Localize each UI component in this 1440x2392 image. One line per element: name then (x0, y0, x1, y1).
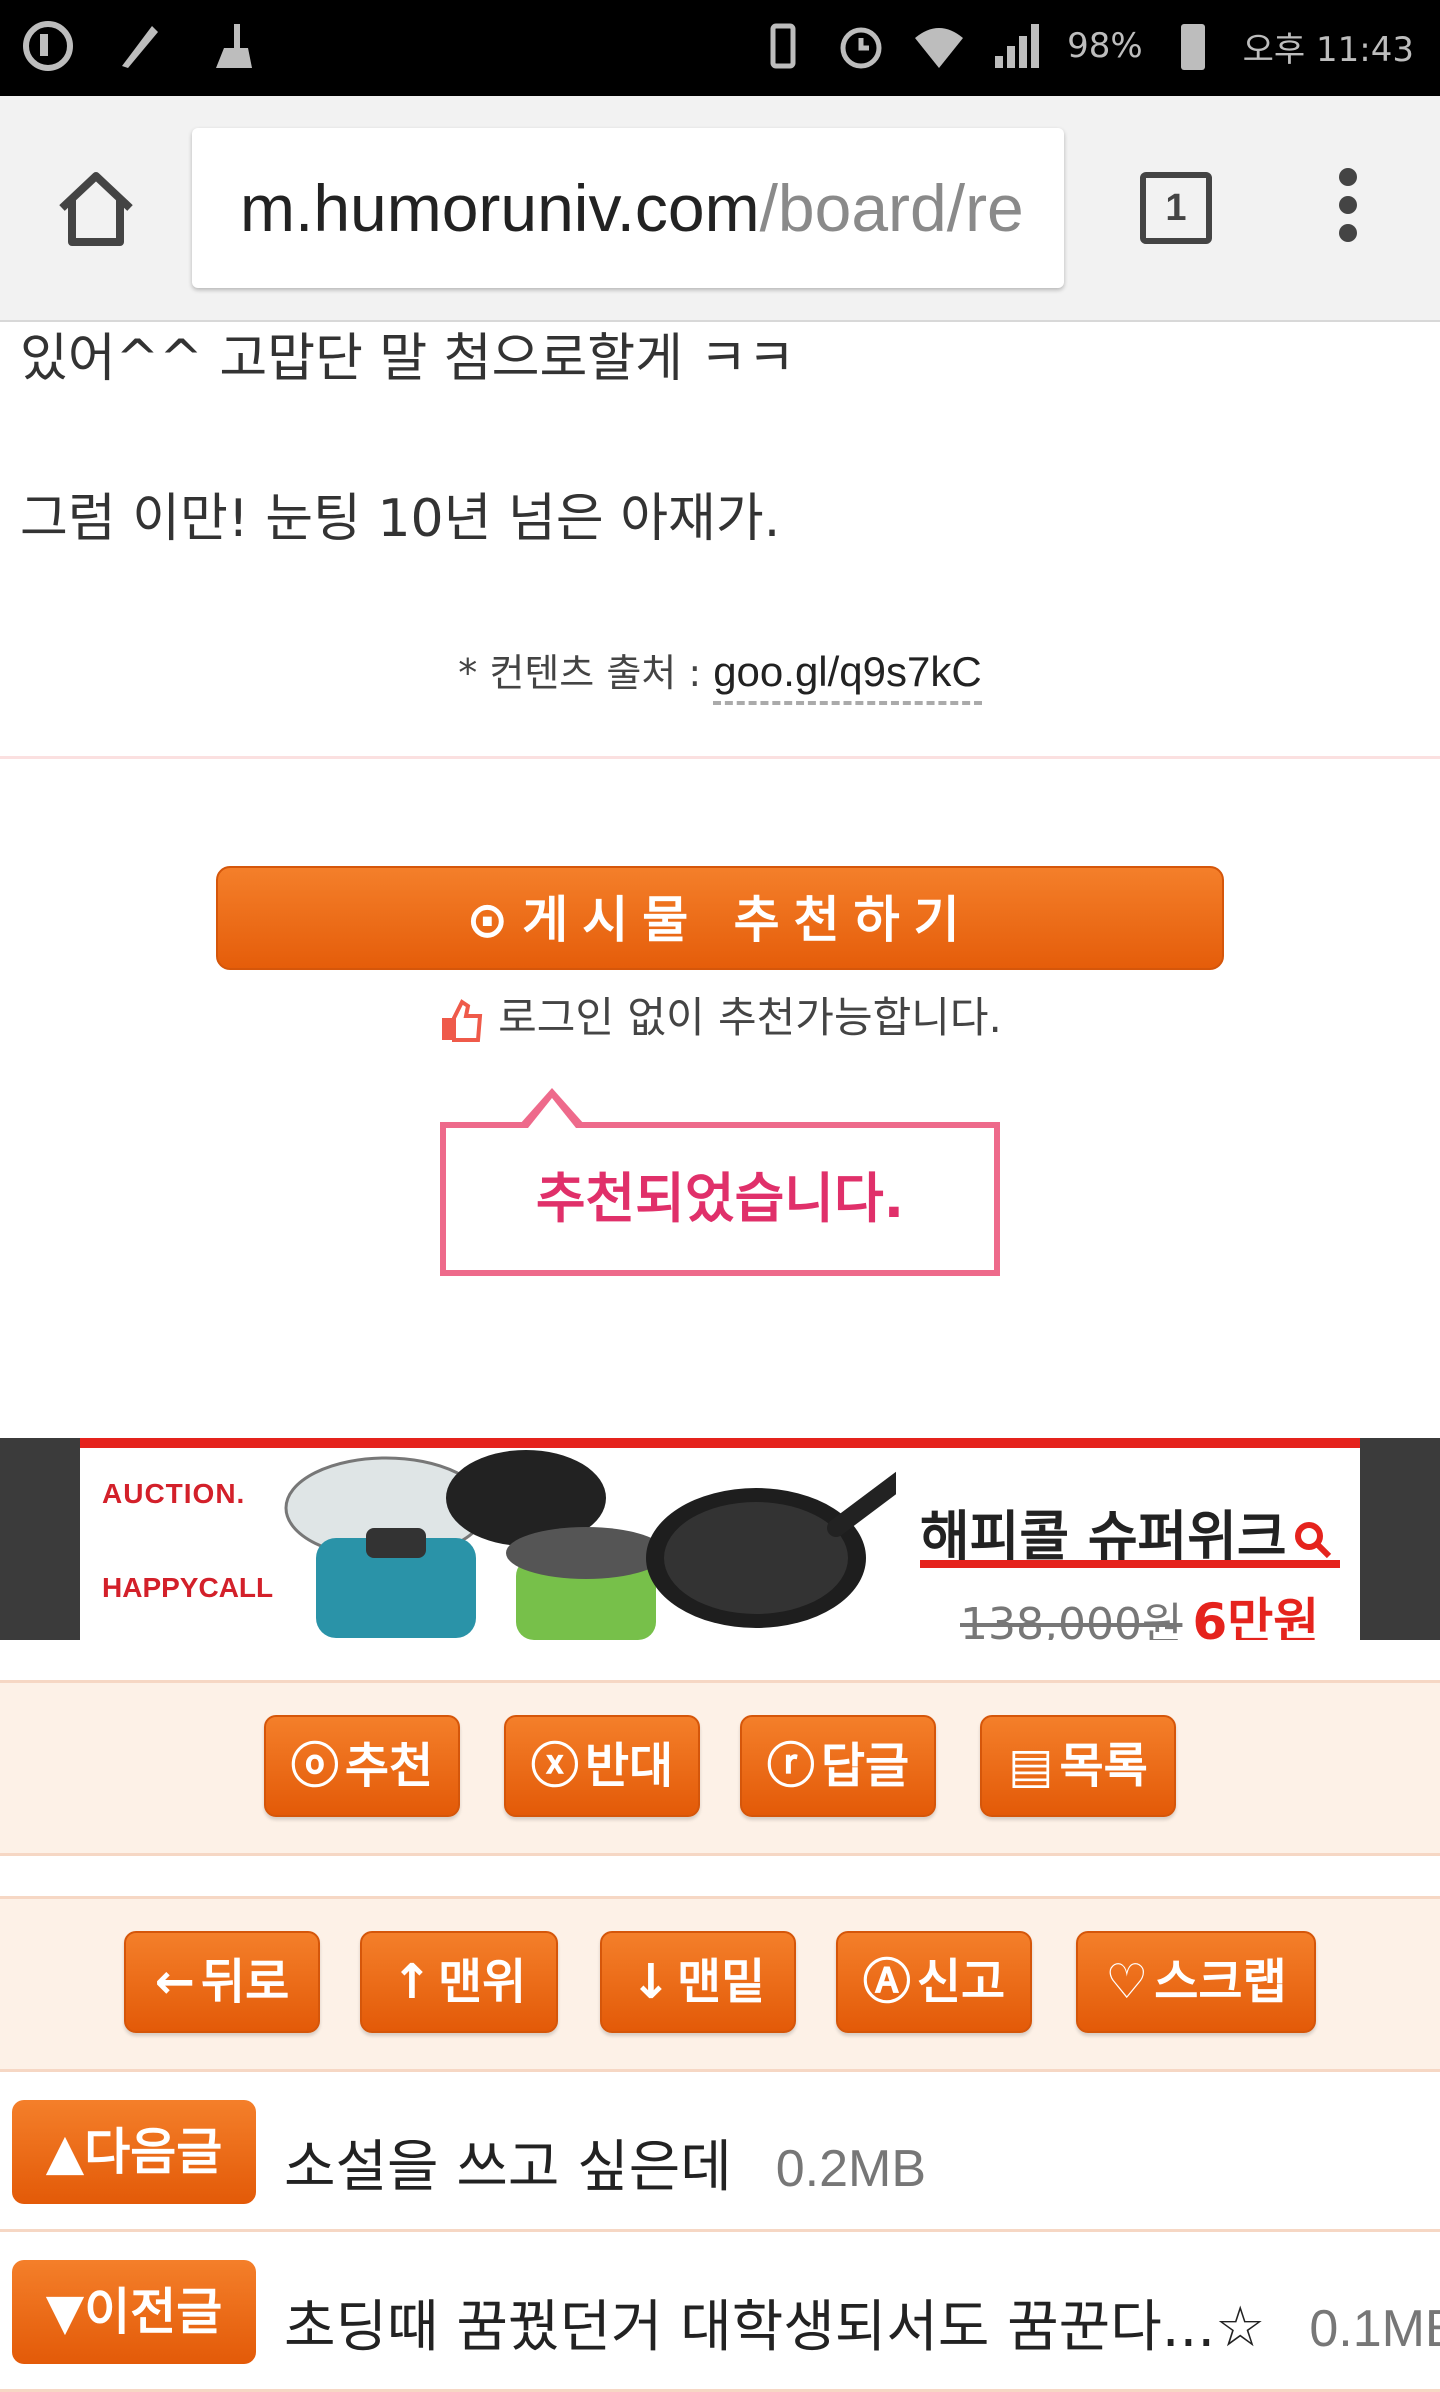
next-post-title: 소설을 쓰고 싶은데 (284, 2135, 732, 2200)
url-path: /board/re (759, 171, 1024, 245)
prev-post-size: 0.1MB (1309, 2300, 1440, 2358)
next-post-button[interactable]: ▲다음글 (12, 2100, 256, 2204)
prev-post-button[interactable]: ▼이전글 (12, 2260, 256, 2364)
tab-switcher-button[interactable]: 1 (1140, 172, 1212, 244)
scroll-top-button[interactable]: ↑ 맨위 (360, 1931, 558, 2033)
feather-notification-icon (122, 26, 158, 68)
battery-percent: 98% (1067, 26, 1143, 66)
url-text: m.humoruniv.com/board/re (240, 170, 1024, 246)
system-icons: 98% 오후 11:43 (755, 18, 1414, 74)
battery-icon (1180, 24, 1205, 70)
downvote-button[interactable]: ⓧ 반대 (504, 1715, 700, 1817)
url-host: m.humoruniv.com (240, 171, 760, 245)
circle-o-icon: ⓞ (290, 1738, 339, 1794)
prev-post-row[interactable]: ▼이전글 초딩때 꿈꿨던거 대학생되서도 꿈꾼다...☆ 0.1MB (0, 2232, 1440, 2392)
circle-r-icon: ⓡ (766, 1738, 815, 1794)
content-source: * 컨텐츠 출처 : goo.gl/q9s7kC (0, 642, 1440, 705)
source-link[interactable]: goo.gl/q9s7kC (713, 648, 982, 705)
prev-post-title: 초딩때 꿈꿨던거 대학생되서도 꿈꾼다...☆ (284, 2295, 1266, 2360)
ad-title-underline (920, 1560, 1340, 1568)
prev-post-link[interactable]: 초딩때 꿈꿨던거 대학생되서도 꿈꾼다...☆ 0.1MB (284, 2282, 1440, 2363)
clock: 오후 11:43 (1242, 29, 1414, 70)
arrow-left-icon: ← (154, 1954, 195, 2010)
ad-price: 138,000원6만원대 (960, 1582, 1360, 1640)
bubble-tip-inner (528, 1098, 576, 1128)
ad-brand-auction: AUCTION. (102, 1478, 246, 1509)
scroll-bottom-button[interactable]: ↓ 맨밑 (600, 1931, 796, 2033)
ad-old-price: 138,000원 (960, 1599, 1183, 1640)
action-bar-2: ← 뒤로 ↑ 맨위 ↓ 맨밑 Ⓐ 신고 ♡ 스크랩 (0, 1896, 1440, 2072)
vibrate-icon (770, 23, 796, 69)
broom-notification-icon (216, 24, 252, 68)
login-note-text: 로그인 없이 추천가능합니다. (498, 993, 1002, 1042)
wifi-icon (915, 28, 964, 68)
thumbs-up-icon (442, 998, 483, 1042)
upvote-button[interactable]: ⓞ 추천 (264, 1715, 460, 1817)
address-bar[interactable]: m.humoruniv.com/board/re (192, 128, 1064, 288)
ad-banner-frame: AUCTION. HAPPYCALL 해피콜 슈퍼위크 138,000원6만원대 (0, 1438, 1440, 1640)
list-button[interactable]: ▤ 목록 (980, 1715, 1176, 1817)
cookware-image (284, 1450, 896, 1640)
arrow-up-icon: ↑ (391, 1954, 432, 2010)
article-line-1: 있어^^ 고맙단 말 첨으로할게 ㅋㅋ (20, 329, 796, 389)
divider (0, 756, 1440, 759)
home-icon[interactable] (48, 162, 144, 258)
next-post-size: 0.2MB (775, 2140, 927, 2198)
back-button[interactable]: ← 뒤로 (124, 1931, 320, 2033)
ad-brand-happycall: HAPPYCALL (102, 1572, 274, 1603)
circle-x-icon: ⓧ (530, 1738, 579, 1794)
reply-button[interactable]: ⓡ 답글 (740, 1715, 936, 1817)
status-bar: 98% 오후 11:43 (0, 0, 1440, 96)
report-button[interactable]: Ⓐ 신고 (836, 1931, 1032, 2033)
scrap-button[interactable]: ♡ 스크랩 (1076, 1931, 1316, 2033)
notification-icons (20, 18, 260, 74)
arrow-down-icon: ↓ (630, 1954, 671, 2010)
heart-icon: ♡ (1105, 1954, 1149, 2010)
ad-banner[interactable]: AUCTION. HAPPYCALL 해피콜 슈퍼위크 138,000원6만원대 (80, 1438, 1360, 1640)
source-label: * 컨텐츠 출처 : (458, 651, 714, 695)
next-post-row[interactable]: ▲다음글 소설을 쓰고 싶은데 0.2MB (0, 2072, 1440, 2232)
browser-toolbar: m.humoruniv.com/board/re 1 (0, 96, 1440, 322)
alarm-icon (840, 27, 882, 69)
action-bar-1: ⓞ 추천 ⓧ 반대 ⓡ 답글 ▤ 목록 (0, 1680, 1440, 1856)
recommended-message: 추천되었습니다. (440, 1122, 1000, 1276)
signal-icon (995, 24, 1040, 68)
next-post-link[interactable]: 소설을 쓰고 싶은데 0.2MB (284, 2122, 926, 2203)
app-notification-icon (23, 21, 73, 71)
article-line-2: 그럼 이만! 눈팅 10년 넘은 아재가. (20, 489, 781, 549)
report-icon: Ⓐ (862, 1954, 911, 2010)
list-icon: ▤ (1008, 1738, 1054, 1794)
recommend-post-button[interactable]: ⊙게시물 추천하기 (216, 866, 1224, 970)
login-note: 로그인 없이 추천가능합니다. (0, 984, 1440, 1045)
overflow-menu-icon[interactable] (1320, 168, 1376, 248)
search-icon (1294, 1522, 1331, 1559)
